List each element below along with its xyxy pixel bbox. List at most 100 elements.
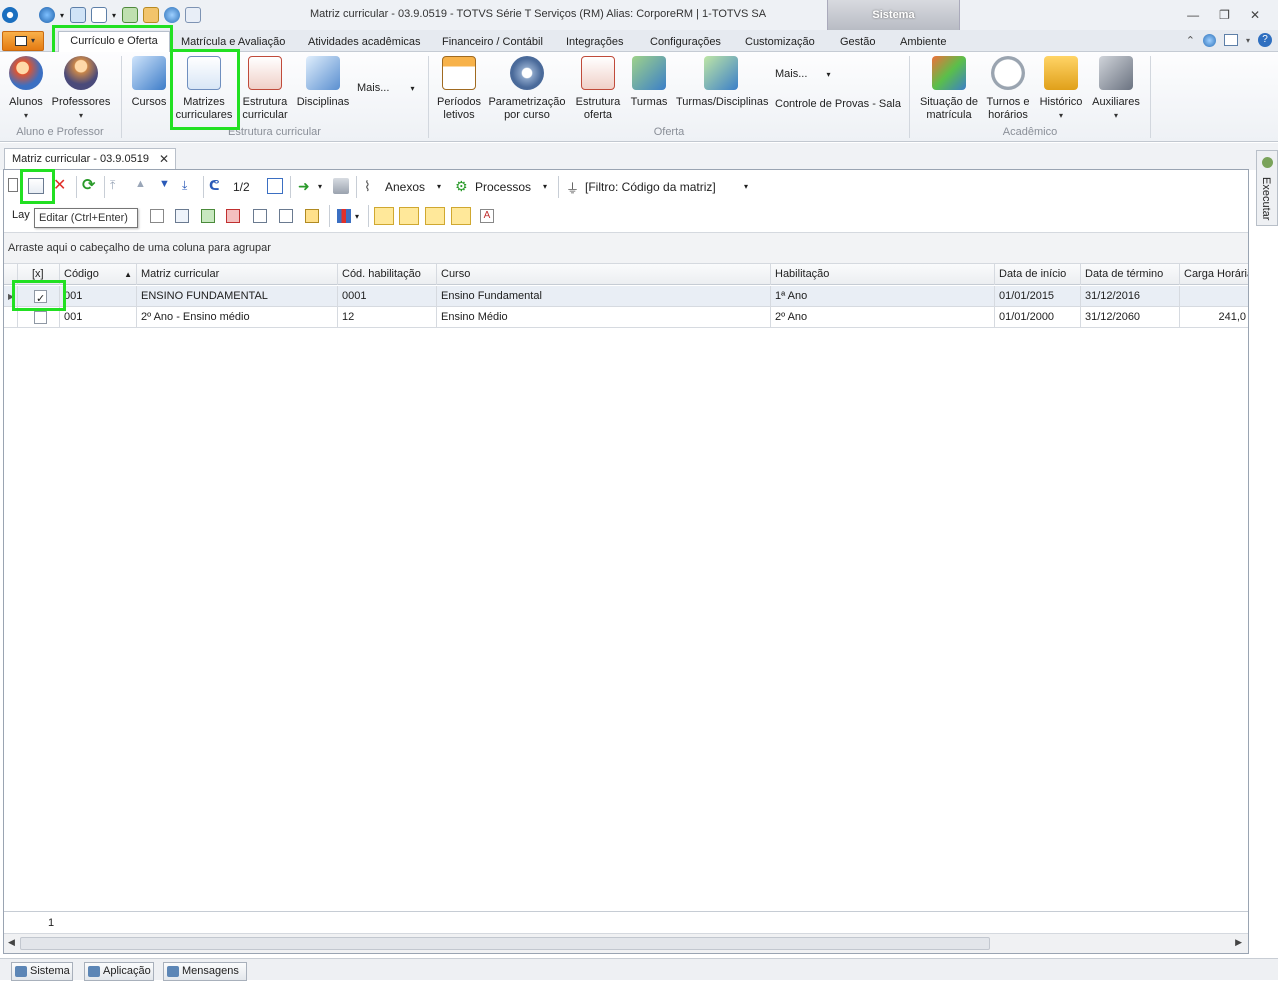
table-row[interactable]: ▶ 001 ENSINO FUNDAMENTAL 0001 Ensino Fun… xyxy=(4,286,1248,307)
group-by-area[interactable]: Arraste aqui o cabeçalho de uma coluna p… xyxy=(4,232,1248,264)
help-icon[interactable]: ? xyxy=(1258,33,1272,47)
estrutura-curricular-button[interactable]: Estrutura curricular xyxy=(239,56,291,122)
copy-icon[interactable] xyxy=(185,7,202,23)
chevron-down-icon[interactable]: ▾ xyxy=(744,182,748,191)
auxiliares-button[interactable]: Auxiliares ▾ xyxy=(1090,56,1142,122)
parametrizacao-curso-button[interactable]: Parametrização por curso xyxy=(488,56,566,122)
layout-style-icon[interactable] xyxy=(399,207,419,225)
last-record-icon[interactable]: ⤓ xyxy=(182,178,198,194)
refresh-icon[interactable]: ⟳ xyxy=(82,178,98,194)
chevron-down-icon[interactable]: ▾ xyxy=(543,182,547,191)
column-header-matriz[interactable]: Matriz curricular xyxy=(137,264,338,285)
column-header-data-inicio[interactable]: Data de início xyxy=(995,264,1081,285)
scroll-left-icon[interactable]: ◀ xyxy=(8,937,15,948)
monitor-icon[interactable] xyxy=(70,7,87,23)
highlight-icon[interactable] xyxy=(305,209,319,223)
tab-configuracoes[interactable]: Configurações xyxy=(644,33,727,52)
tab-customizacao[interactable]: Customização xyxy=(739,33,821,52)
tab-matricula-avaliacao[interactable]: Matrícula e Avaliação xyxy=(175,33,291,52)
print-icon[interactable] xyxy=(333,178,349,194)
chevron-down-icon[interactable]: ▾ xyxy=(1246,36,1250,45)
situacao-matricula-button[interactable]: Situação de matrícula xyxy=(918,56,980,122)
new-icon[interactable] xyxy=(8,178,18,192)
chevron-down-icon[interactable]: ▾ xyxy=(60,11,64,20)
chevron-down-icon[interactable]: ▾ xyxy=(355,212,359,221)
edit-icon[interactable] xyxy=(28,178,44,194)
horizontal-scrollbar[interactable]: ◀ ▶ xyxy=(4,933,1248,953)
sistema-status-button[interactable]: Sistema xyxy=(11,962,73,981)
import-icon[interactable] xyxy=(226,209,240,223)
column-header-habilitacao[interactable]: Habilitação xyxy=(771,264,995,285)
run-icon[interactable] xyxy=(122,7,139,23)
restore-icon[interactable]: ❐ xyxy=(1219,8,1230,22)
chevron-down-icon[interactable]: ▾ xyxy=(112,11,116,20)
disciplinas-button[interactable]: Disciplinas xyxy=(296,56,350,109)
binoculars-icon[interactable]: ᕦ xyxy=(209,178,225,194)
layout-label[interactable]: Lay xyxy=(12,209,30,221)
column-header-data-termino[interactable]: Data de término xyxy=(1081,264,1180,285)
layout-icon[interactable] xyxy=(175,209,189,223)
column-header-carga-horaria[interactable]: Carga Horária xyxy=(1180,264,1248,285)
tab-ambiente[interactable]: Ambiente xyxy=(894,33,952,52)
context-tab-sistema[interactable]: Sistema xyxy=(827,0,960,30)
chevron-down-icon[interactable]: ▾ xyxy=(437,182,441,191)
layout-icon[interactable] xyxy=(150,209,164,223)
matrizes-curriculares-button[interactable]: Matrizes curriculares xyxy=(174,56,234,122)
web-icon[interactable] xyxy=(164,7,181,23)
row-checkbox[interactable] xyxy=(34,311,47,324)
web-icon[interactable] xyxy=(1202,33,1216,47)
executar-side-panel[interactable]: Executar xyxy=(1256,150,1278,226)
font-icon[interactable]: A xyxy=(480,209,494,223)
column-header-curso[interactable]: Curso xyxy=(437,264,771,285)
document-tab[interactable]: Matriz curricular - 03.9.0519 ✕ xyxy=(4,148,176,170)
table-row[interactable]: 001 2º Ano - Ensino médio 12 Ensino Médi… xyxy=(4,307,1248,328)
mensagens-status-button[interactable]: Mensagens xyxy=(163,962,247,981)
alunos-button[interactable]: Alunos ▾ xyxy=(6,56,46,122)
tab-atividades-academicas[interactable]: Atividades acadêmicas xyxy=(302,33,427,52)
close-icon[interactable]: ✕ xyxy=(1250,8,1260,22)
previous-record-icon[interactable]: ▲ xyxy=(135,178,151,194)
layout-icon[interactable] xyxy=(253,209,267,223)
collapse-ribbon-icon[interactable]: ⌃ xyxy=(1186,34,1195,47)
export-icon[interactable] xyxy=(201,209,215,223)
cursos-button[interactable]: Cursos xyxy=(129,56,169,109)
estrutura-oferta-button[interactable]: Estrutura oferta xyxy=(573,56,623,122)
globe-icon[interactable] xyxy=(39,7,55,23)
first-record-icon[interactable]: ⤒ xyxy=(110,178,126,194)
professores-button[interactable]: Professores ▾ xyxy=(50,56,112,122)
chevron-down-icon[interactable]: ▾ xyxy=(318,182,322,191)
tab-integracoes[interactable]: Integrações xyxy=(560,33,629,52)
close-icon[interactable]: ✕ xyxy=(159,149,169,169)
arrow-right-icon[interactable]: ➜ xyxy=(298,178,314,194)
app-logo-icon[interactable] xyxy=(2,7,18,23)
window-icon[interactable] xyxy=(91,7,108,23)
tab-financeiro-contabil[interactable]: Financeiro / Contábil xyxy=(436,33,549,52)
anexos-button[interactable]: Anexos xyxy=(385,180,425,194)
layout-style-icon[interactable] xyxy=(374,207,394,225)
tab-gestao[interactable]: Gestão xyxy=(834,33,881,52)
row-checkbox[interactable] xyxy=(34,289,47,307)
grid-view-icon[interactable] xyxy=(267,178,283,194)
sum-icon[interactable] xyxy=(279,209,293,223)
minimize-icon[interactable]: — xyxy=(1187,8,1199,22)
delete-icon[interactable]: ✕ xyxy=(53,178,69,194)
column-header-codigo[interactable]: Código ▲ xyxy=(60,264,137,285)
users-icon[interactable] xyxy=(143,7,160,23)
controle-provas-sala-button[interactable]: Controle de Provas - Sala xyxy=(775,98,901,110)
aplicacao-status-button[interactable]: Aplicação xyxy=(84,962,154,981)
filter-button[interactable]: [Filtro: Código da matriz] xyxy=(585,180,716,194)
turnos-horarios-button[interactable]: Turnos e horários xyxy=(985,56,1031,122)
chart-icon[interactable] xyxy=(337,209,351,223)
processos-button[interactable]: Processos xyxy=(475,180,531,194)
periodos-letivos-button[interactable]: Períodos letivos xyxy=(436,56,482,122)
scrollbar-thumb[interactable] xyxy=(20,937,990,950)
estrutura-mais-button[interactable]: Mais... ▾ xyxy=(357,82,414,94)
next-record-icon[interactable]: ▼ xyxy=(159,178,175,194)
layout-style-icon[interactable] xyxy=(451,207,471,225)
historico-button[interactable]: Histórico ▾ xyxy=(1037,56,1085,122)
scroll-right-icon[interactable]: ▶ xyxy=(1235,937,1242,948)
app-menu-button[interactable]: ▾ xyxy=(2,31,44,51)
tab-curriculo-oferta[interactable]: Currículo e Oferta xyxy=(58,31,170,53)
turmas-button[interactable]: Turmas xyxy=(628,56,670,109)
oferta-mais-button[interactable]: Mais... ▾ xyxy=(775,68,830,80)
